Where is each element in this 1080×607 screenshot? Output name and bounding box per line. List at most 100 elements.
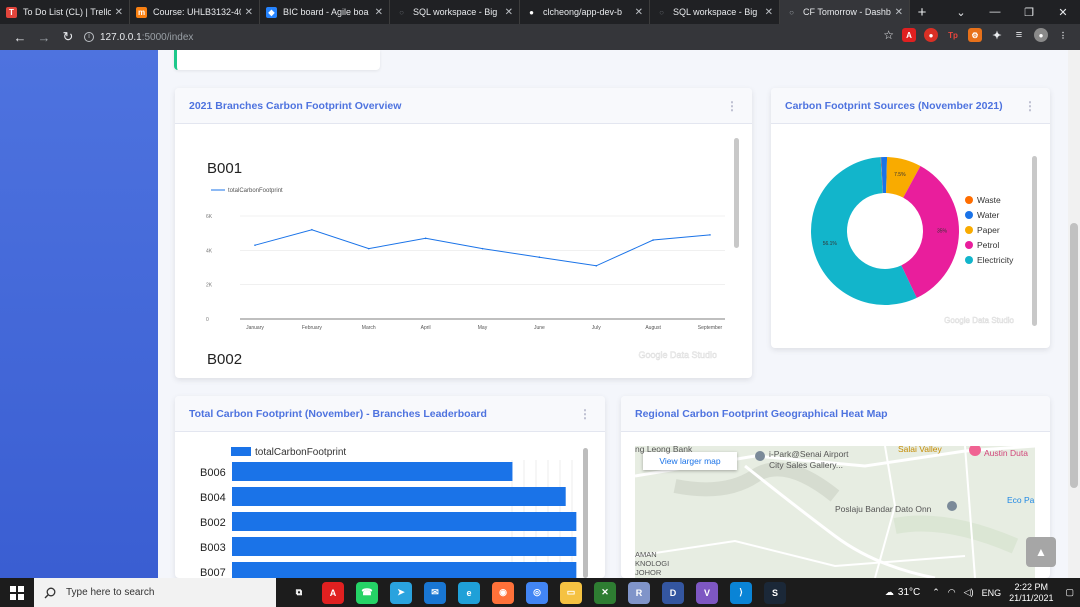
card-header: Carbon Footprint Sources (November 2021)… — [771, 88, 1050, 124]
embedded-map[interactable]: View larger map ng Leong Bank i-Park@Sen… — [635, 446, 1035, 578]
page-scrollbar[interactable] — [1068, 50, 1080, 578]
url-host: 127.0.0.1 — [100, 31, 142, 43]
site-info-icon[interactable]: i — [84, 32, 94, 42]
close-tab-icon[interactable]: ✕ — [895, 7, 903, 18]
clock-date: 21/11/2021 — [1009, 592, 1054, 603]
bookmark-star-icon[interactable]: ☆ — [883, 28, 894, 42]
network-icon[interactable]: ◠ — [948, 587, 956, 598]
visual-studio-icon[interactable]: V — [696, 581, 718, 604]
view-larger-map-link[interactable]: View larger map — [643, 452, 737, 470]
location-pin-icon[interactable] — [755, 451, 765, 461]
dashboard-content: 2021 Branches Carbon Footprint Overview … — [158, 50, 1068, 578]
maximize-button[interactable]: ❐ — [1012, 6, 1046, 19]
page-scrollbar-thumb[interactable] — [1070, 223, 1078, 488]
browser-tab[interactable]: ○ CF Tomorrow - Dashb ✕ — [780, 0, 910, 24]
card-menu-icon[interactable]: ⋮ — [726, 99, 738, 113]
y-tick-label: 2K — [206, 283, 213, 289]
new-tab-button[interactable]: + — [910, 4, 934, 21]
legend-swatch — [965, 241, 973, 249]
bar — [232, 462, 513, 481]
donut-chart: 7.5% 35% 56.1% Waste Water Paper Petrol Electri… — [811, 157, 1015, 325]
close-tab-icon[interactable]: ✕ — [245, 7, 253, 18]
close-tab-icon[interactable]: ✕ — [505, 7, 513, 18]
browser-tab[interactable]: ○ SQL workspace - Big ✕ — [650, 0, 780, 24]
location-pin-icon[interactable] — [947, 501, 957, 511]
r-icon[interactable]: R — [628, 581, 650, 604]
profile-avatar[interactable]: ● — [1034, 28, 1048, 42]
reading-list-icon[interactable]: ≡ — [1012, 28, 1026, 42]
system-tray: ☁ 31°C ⌃ ◠ ◁) ENG 2:22 PM 21/11/2021 ▢ — [885, 578, 1080, 607]
record-ext-icon[interactable]: ● — [924, 28, 938, 42]
close-tab-icon[interactable]: ✕ — [765, 7, 773, 18]
close-tab-icon[interactable]: ✕ — [375, 7, 383, 18]
acrobat-icon[interactable]: A — [322, 581, 344, 604]
tray-overflow-icon[interactable]: ⌃ — [932, 587, 940, 598]
minimize-button[interactable]: — — [978, 6, 1012, 18]
chrome-menu-icon[interactable]: ⋮ — [1056, 28, 1070, 42]
file-explorer-icon[interactable]: ▭ — [560, 581, 582, 604]
tab-title: To Do List (CL) | Trello — [23, 7, 111, 17]
browser-tab[interactable]: ○ SQL workspace - Big ✕ — [390, 0, 520, 24]
map-label: KNOLOGI — [635, 559, 670, 568]
url-field[interactable]: i 127.0.0.1:5000/index — [84, 32, 193, 43]
legend-label: Petrol — [977, 240, 999, 250]
slice-data-label: 35% — [937, 229, 948, 235]
acrobat-ext-icon[interactable]: A — [902, 28, 916, 42]
telegram-icon[interactable]: ➤ — [390, 581, 412, 604]
tp-ext-icon[interactable]: Tp — [946, 28, 960, 42]
whatsapp-icon[interactable]: ☎ — [356, 581, 378, 604]
clock[interactable]: 2:22 PM 21/11/2021 — [1009, 582, 1053, 604]
tab-search-icon[interactable]: ⌄ — [944, 6, 978, 19]
browser-tab[interactable]: ● clcheong/app-dev-b ✕ — [520, 0, 650, 24]
back-icon[interactable]: ← — [8, 30, 32, 45]
off-ext-icon[interactable]: ⚙ — [968, 28, 982, 42]
browser-tab[interactable]: T To Do List (CL) | Trello ✕ — [0, 0, 130, 24]
language-indicator[interactable]: ENG — [982, 588, 1002, 598]
card-title: Carbon Footprint Sources (November 2021) — [785, 99, 1003, 112]
tab-title: SQL workspace - Big — [673, 7, 758, 17]
data-point — [481, 247, 484, 250]
extensions: ☆ A ● Tp ⚙ ✦ ≡ ● ⋮ — [883, 28, 1070, 42]
extensions-puzzle-icon[interactable]: ✦ — [990, 28, 1004, 42]
edge-icon[interactable]: e — [458, 581, 480, 604]
reload-icon[interactable]: ↻ — [56, 29, 80, 45]
volume-icon[interactable]: ◁) — [964, 587, 974, 598]
vscode-icon[interactable]: ⟩ — [730, 581, 752, 604]
report-scrollbar[interactable] — [734, 138, 739, 248]
scroll-to-top-button[interactable]: ▲ — [1026, 537, 1056, 567]
map-label: ng Leong Bank — [635, 446, 693, 454]
map-label: Poslaju Bandar Dato Onn — [835, 504, 932, 514]
chrome-icon[interactable]: ◎ — [526, 581, 548, 604]
slice-data-label: 56.1% — [823, 241, 838, 247]
y-tick-label: 6K — [206, 214, 213, 220]
report-scrollbar[interactable] — [1032, 156, 1037, 326]
card-menu-icon[interactable]: ⋮ — [1024, 99, 1036, 113]
embedded-report[interactable]: B001 totalCarbonFootprint 0 2K 4K 6K January Fe… — [175, 124, 752, 378]
taskbar-search-box[interactable]: Type here to search — [34, 578, 276, 607]
next-chart-title: B002 — [207, 351, 242, 368]
close-tab-icon[interactable]: ✕ — [115, 7, 123, 18]
y-tick-label: B006 — [200, 467, 226, 479]
steam-icon[interactable]: S — [764, 581, 786, 604]
browser-tab[interactable]: ◆ BIC board - Agile boa ✕ — [260, 0, 390, 24]
report-scrollbar[interactable] — [583, 448, 588, 578]
forward-icon[interactable]: → — [32, 30, 56, 45]
weather-icon[interactable]: ☁ — [885, 587, 894, 598]
xbox-icon[interactable]: ✕ — [594, 581, 616, 604]
pie-slice — [901, 166, 959, 298]
github-icon: ● — [529, 7, 534, 17]
notifications-icon[interactable]: ▢ — [1065, 587, 1074, 598]
start-button[interactable] — [0, 578, 34, 607]
weather-temp[interactable]: 31°C — [898, 587, 920, 598]
card-menu-icon[interactable]: ⋮ — [579, 407, 591, 421]
x-tick-label: July — [592, 325, 601, 331]
mail-icon[interactable]: ✉ — [424, 581, 446, 604]
task-view-icon[interactable]: ⧉ — [288, 581, 310, 604]
close-window-button[interactable]: ✕ — [1046, 6, 1080, 19]
bar — [232, 512, 577, 531]
legend-label: Waste — [977, 195, 1001, 205]
browser-tab[interactable]: m Course: UHLB3132-40 ✕ — [130, 0, 260, 24]
close-tab-icon[interactable]: ✕ — [635, 7, 643, 18]
firefox-icon[interactable]: ◉ — [492, 581, 514, 604]
devc-icon[interactable]: D — [662, 581, 684, 604]
